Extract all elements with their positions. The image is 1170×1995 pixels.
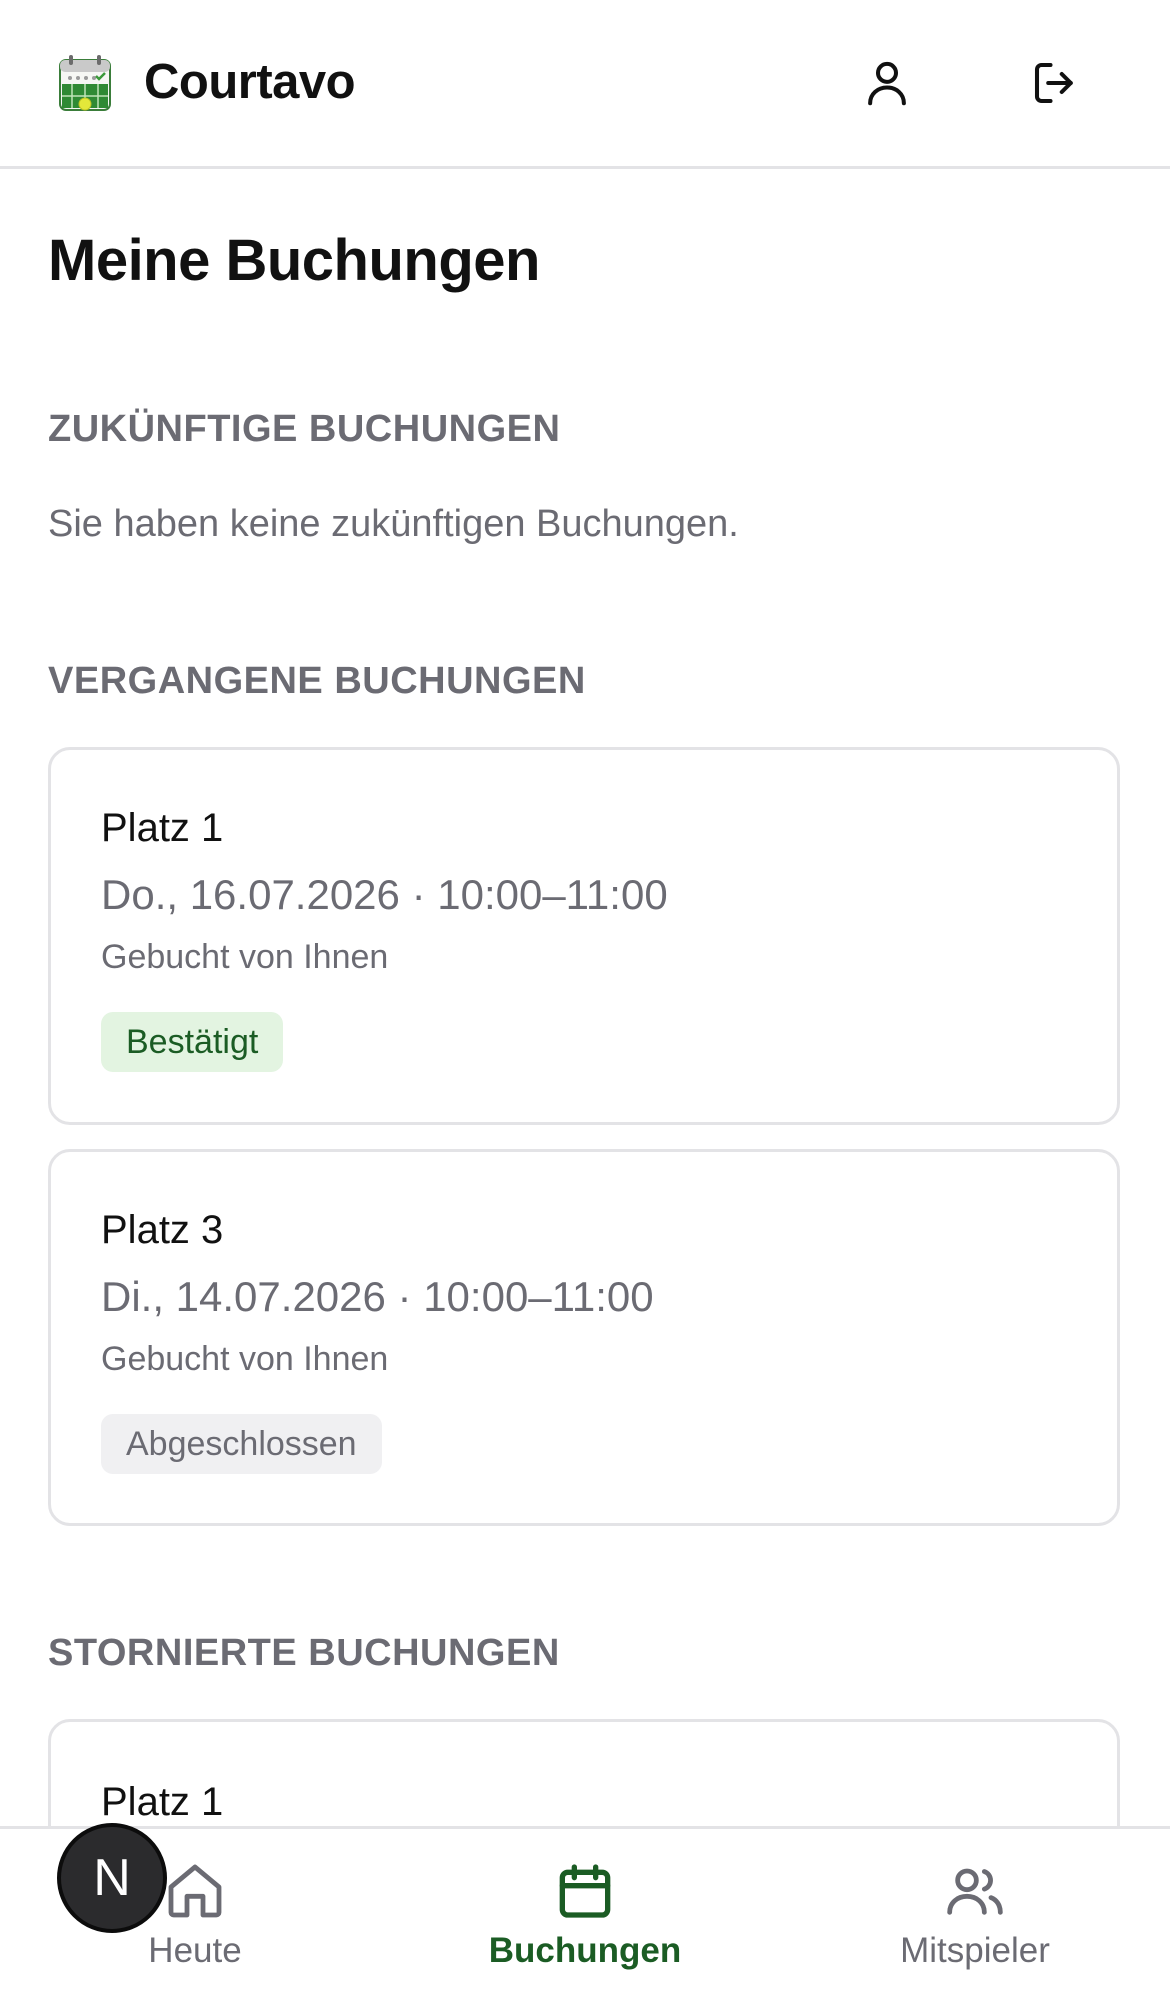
nav-label: Mitspieler — [900, 1931, 1050, 1970]
booking-owner: Gebucht von Ihnen — [101, 938, 389, 976]
booking-card[interactable]: Platz 3 Di., 14.07.2026 · 10:00–11:00 Ge… — [48, 1149, 1120, 1526]
section-title-upcoming: ZUKÜNFTIGE BUCHUNGEN — [48, 408, 561, 450]
status-badge: Abgeschlossen — [101, 1414, 382, 1474]
booking-owner: Gebucht von Ihnen — [101, 1340, 389, 1378]
home-icon — [168, 1864, 222, 1918]
nav-item-buchungen[interactable]: Buchungen — [390, 1829, 780, 1995]
booking-court: Platz 1 — [101, 806, 224, 850]
nav-label: Heute — [148, 1931, 242, 1970]
section-title-past: VERGANGENE BUCHUNGEN — [48, 660, 586, 702]
booking-court: Platz 3 — [101, 1208, 224, 1252]
users-icon — [947, 1868, 1003, 1915]
empty-state-text: Sie haben keine zukünftigen Buchungen. — [48, 503, 739, 545]
dev-tools-badge[interactable]: N — [57, 1823, 167, 1933]
calendar-court-logo-icon — [58, 54, 112, 112]
app-header: Courtavo — [0, 0, 1170, 169]
status-badge: Bestätigt — [101, 1012, 284, 1072]
booking-datetime: Do., 16.07.2026 · 10:00–11:00 — [101, 871, 668, 918]
section-title-cancelled: STORNIERTE BUCHUNGEN — [48, 1632, 560, 1674]
booking-court: Platz 1 — [101, 1780, 224, 1824]
app-name: Courtavo — [144, 55, 356, 109]
page-title: Meine Buchungen — [48, 228, 540, 293]
nav-label: Buchungen — [488, 1931, 682, 1970]
nav-item-heute[interactable]: Heute — [0, 1829, 390, 1995]
calendar-icon — [559, 1864, 611, 1918]
user-icon[interactable] — [860, 56, 914, 110]
booking-datetime: Di., 14.07.2026 · 10:00–11:00 — [101, 1273, 654, 1320]
bottom-nav: Heute Buchungen Mitspieler — [0, 1826, 1170, 1995]
nav-item-mitspieler[interactable]: Mitspieler — [780, 1829, 1170, 1995]
booking-card[interactable]: Platz 1 Do., 16.07.2026 · 10:00–11:00 Ge… — [48, 747, 1120, 1125]
logout-icon[interactable] — [1028, 56, 1082, 110]
